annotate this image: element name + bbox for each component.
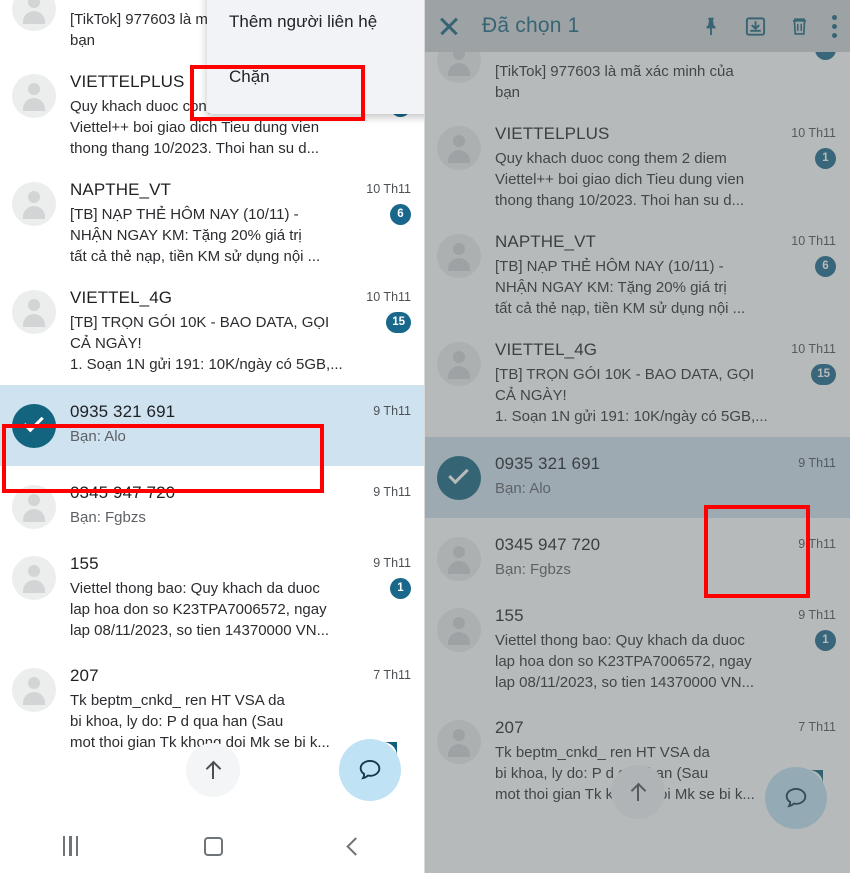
conversation-title: 155 [70, 554, 99, 573]
list-item[interactable]: VIETTEL_4G [TB] TRỌN GÓI 10K - BAO DATA,… [0, 277, 424, 385]
chat-bubble-icon [359, 759, 381, 780]
arrow-up-icon [206, 761, 220, 779]
list-item[interactable]: 0345 947 720 Bạn: Fgbzs 9 Th11 [0, 466, 424, 539]
avatar-selected-check[interactable] [12, 404, 56, 448]
compose-message-button[interactable] [339, 739, 401, 801]
conversation-date: 9 Th11 [373, 485, 411, 499]
recents-icon[interactable] [62, 836, 79, 856]
menu-item-add-contact[interactable]: Thêm người liên hệ [207, 0, 424, 49]
conversation-date: 10 Th11 [366, 182, 411, 196]
conversation-date: 10 Th11 [366, 290, 411, 304]
conversation-title: VIETTEL_4G [70, 288, 173, 307]
scroll-to-top-button[interactable] [186, 743, 240, 797]
avatar [12, 74, 56, 118]
conversation-snippet: Viettel thong bao: Quy khach da duoc lap… [70, 580, 330, 639]
fab-corner-accent [383, 742, 397, 756]
conversation-date: 7 Th11 [373, 668, 411, 682]
conversation-title: NAPTHE_VT [70, 180, 172, 199]
avatar [12, 556, 56, 600]
list-item[interactable]: 155 Viettel thong bao: Quy khach da duoc… [0, 539, 424, 651]
unread-badge: 15 [386, 312, 411, 333]
conversation-date: 9 Th11 [373, 556, 411, 570]
screenshot-root: TikTok [TikTok] 977603 là mã xác minh củ… [0, 0, 850, 873]
conversation-title: 0345 947 720 [70, 483, 176, 502]
left-screen: TikTok [TikTok] 977603 là mã xác minh củ… [0, 0, 425, 873]
conversation-title: 207 [70, 666, 99, 685]
conversation-list-left[interactable]: TikTok [TikTok] 977603 là mã xác minh củ… [0, 0, 424, 763]
avatar [12, 290, 56, 334]
system-navigation-bar[interactable] [0, 819, 424, 873]
unread-badge: 6 [390, 204, 411, 225]
context-menu[interactable]: Thêm người liên hệ Chặn [207, 0, 424, 114]
conversation-date: 9 Th11 [373, 404, 411, 418]
home-icon[interactable] [204, 836, 224, 856]
avatar [12, 182, 56, 226]
avatar [12, 485, 56, 529]
unread-badge: 1 [390, 578, 411, 599]
avatar [12, 0, 56, 31]
dialog-scrim[interactable] [425, 0, 850, 873]
conversation-snippet: [TB] NẠP THẺ HÔM NAY (10/11) - NHẬN NGAY… [70, 206, 321, 265]
conversation-snippet: Bạn: Alo [70, 428, 126, 445]
list-item[interactable]: NAPTHE_VT [TB] NẠP THẺ HÔM NAY (10/11) -… [0, 169, 424, 277]
list-item-selected[interactable]: 0935 321 691 Bạn: Alo 9 Th11 [0, 385, 424, 466]
conversation-snippet: [TB] TRỌN GÓI 10K - BAO DATA, GỌI CẢ NGÀ… [70, 314, 343, 373]
right-screen: TikTok [TikTok] 977603 là mã xác minh củ… [425, 0, 850, 873]
menu-item-block[interactable]: Chặn [207, 49, 424, 104]
back-icon[interactable] [346, 836, 365, 856]
conversation-title: 0935 321 691 [70, 402, 176, 421]
conversation-snippet: Bạn: Fgbzs [70, 509, 146, 526]
avatar [12, 668, 56, 712]
